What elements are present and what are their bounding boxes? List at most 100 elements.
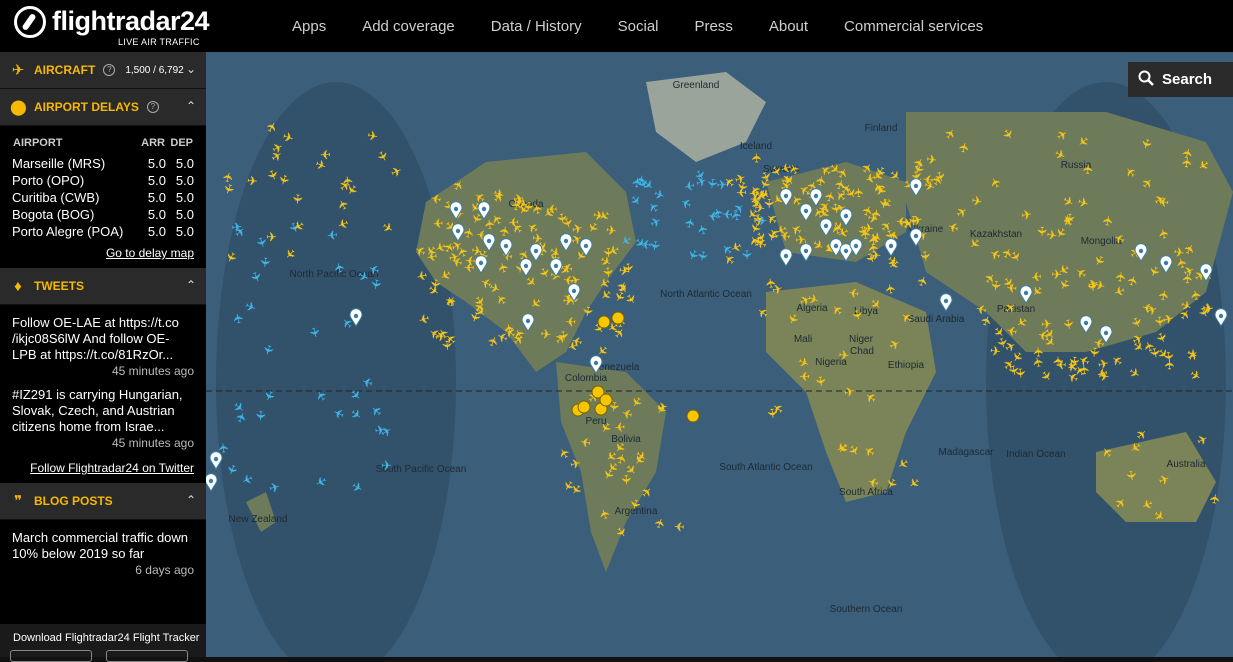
chevron-down-icon[interactable]: ⌄ xyxy=(186,62,196,76)
aircraft-icon[interactable]: ✈ xyxy=(925,152,938,168)
airport-delays-panel-header[interactable]: ⬤ AIRPORT DELAYS ? ⌃ xyxy=(0,89,206,126)
aircraft-icon[interactable]: ✈ xyxy=(565,314,576,329)
google-play-badge[interactable] xyxy=(106,650,188,662)
aircraft-icon[interactable]: ✈ xyxy=(858,228,874,240)
aircraft-icon[interactable]: ✈ xyxy=(917,250,933,263)
aircraft-icon[interactable]: ✈ xyxy=(656,399,669,415)
nav-add-coverage[interactable]: Add coverage xyxy=(344,18,473,35)
aircraft-icon[interactable]: ✈ xyxy=(290,193,306,205)
search-button[interactable]: Search xyxy=(1128,62,1233,97)
aircraft-icon[interactable]: ✈ xyxy=(601,247,616,258)
nav-commercial-services[interactable]: Commercial services xyxy=(826,18,1001,35)
aircraft-icon[interactable]: ✈ xyxy=(1062,213,1077,225)
map-label: New Zealand xyxy=(229,514,288,525)
map-label: Niger xyxy=(849,334,874,345)
nav-press[interactable]: Press xyxy=(677,18,751,35)
map-label: South Atlantic Ocean xyxy=(719,462,812,473)
aircraft-icon[interactable]: ✈ xyxy=(838,347,851,363)
aircraft-icon[interactable]: ✈ xyxy=(716,177,729,193)
aircraft-icon[interactable]: ✈ xyxy=(1066,355,1082,368)
aircraft-icon[interactable]: ✈ xyxy=(257,256,273,269)
aircraft-icon[interactable]: ✈ xyxy=(507,214,520,230)
app-store-badge[interactable] xyxy=(10,650,92,662)
arr-value: 5.0 xyxy=(147,156,166,171)
aircraft-icon[interactable]: ✈ xyxy=(895,213,907,229)
table-row[interactable]: Porto (OPO) 5.0 5.0 xyxy=(12,172,194,189)
nav-apps[interactable]: Apps xyxy=(274,18,344,35)
aircraft-icon[interactable]: ✈ xyxy=(253,410,269,422)
nav-data-history[interactable]: Data / History xyxy=(473,18,600,35)
aircraft-icon[interactable]: ✈ xyxy=(1201,300,1214,316)
night-shade xyxy=(216,82,456,657)
download-banner[interactable]: Download Flightradar24 Flight Tracker xyxy=(0,624,206,662)
aircraft-icon[interactable]: ✈ xyxy=(246,173,258,189)
blog-post-text: March commercial traffic down 10% below … xyxy=(12,530,189,561)
aircraft-icon[interactable]: ✈ xyxy=(605,222,618,238)
chevron-up-icon[interactable]: ⌃ xyxy=(186,278,196,292)
table-row[interactable]: Curitiba (CWB) 5.0 5.0 xyxy=(12,189,194,206)
aircraft-icon[interactable]: ✈ xyxy=(266,229,277,244)
aircraft-icon[interactable]: ✈ xyxy=(1041,316,1053,332)
aircraft-panel-header[interactable]: ✈ AIRCRAFT ? 1,500 / 6,792 ⌄ xyxy=(0,52,206,89)
map-label: Saudi Arabia xyxy=(908,314,965,325)
aircraft-icon[interactable]: ✈ xyxy=(1056,357,1067,372)
aircraft-count: 1,500 / 6,792 xyxy=(125,64,184,76)
tweets-panel-header[interactable]: ♦ TWEETS ⌃ xyxy=(0,268,206,305)
table-row[interactable]: Marseille (MRS) 5.0 5.0 xyxy=(12,155,194,172)
tweet-time: 45 minutes ago xyxy=(111,436,194,450)
aircraft-icon[interactable]: ✈ xyxy=(1080,163,1096,175)
delayed-airport-marker[interactable] xyxy=(611,311,625,325)
flight-map[interactable]: Greenland Iceland Finland Sweden Russia Canad… xyxy=(206,52,1233,657)
aircraft-icon[interactable]: ✈ xyxy=(1179,156,1195,169)
tweet-item[interactable]: #IZ291 is carrying Hungarian, Slovak, Cz… xyxy=(0,379,206,451)
dep-value: 5.0 xyxy=(175,207,194,222)
twitter-follow-link[interactable]: Follow Flightradar24 on Twitter xyxy=(12,461,194,475)
aircraft-icon[interactable]: ✈ xyxy=(707,208,719,224)
tweet-item[interactable]: Follow OE-LAE at https://t.co /ikjc08S6l… xyxy=(0,305,206,379)
arr-value: 5.0 xyxy=(147,207,166,222)
main-nav: Apps Add coverage Data / History Social … xyxy=(274,0,1001,52)
chevron-up-icon[interactable]: ⌃ xyxy=(186,99,196,113)
aircraft-icon[interactable]: ✈ xyxy=(1012,367,1028,379)
twitter-bird-icon: ♦ xyxy=(14,277,22,295)
download-text: Download Flightradar24 Flight Tracker xyxy=(13,632,200,644)
aircraft-icon[interactable]: ✈ xyxy=(749,152,764,164)
aircraft-icon[interactable]: ✈ xyxy=(1162,359,1177,370)
aircraft-icon[interactable]: ✈ xyxy=(813,375,829,388)
aircraft-icon[interactable]: ✈ xyxy=(381,458,392,473)
airport-delays-title: AIRPORT DELAYS xyxy=(34,100,139,114)
flightradar24-logo[interactable]: flightradar24 LIVE AIR TRAFFIC xyxy=(14,6,210,48)
aircraft-icon[interactable]: ✈ xyxy=(540,326,553,342)
aircraft-icon[interactable]: ✈ xyxy=(1113,270,1129,283)
search-label: Search xyxy=(1162,71,1213,88)
airport-name: Curitiba (CWB) xyxy=(12,190,100,205)
aircraft-icon[interactable]: ✈ xyxy=(739,249,754,260)
sidebar: ✈ AIRCRAFT ? 1,500 / 6,792 ⌄ ⬤ AIRPORT D… xyxy=(0,52,206,662)
nav-about[interactable]: About xyxy=(751,18,826,35)
nav-social[interactable]: Social xyxy=(600,18,677,35)
delayed-airport-marker[interactable] xyxy=(686,409,700,423)
map-label: Chad xyxy=(850,346,874,357)
delayed-airport-marker[interactable] xyxy=(599,393,613,407)
chevron-up-icon[interactable]: ⌃ xyxy=(186,493,196,507)
map-label: Iceland xyxy=(740,141,772,152)
table-row[interactable]: Porto Alegre (POA) 5.0 5.0 xyxy=(12,223,194,240)
tweets-title: TWEETS xyxy=(34,279,84,293)
blog-posts-panel-header[interactable]: ❞ BLOG POSTS ⌃ xyxy=(0,483,206,520)
aircraft-icon[interactable]: ✈ xyxy=(326,227,339,243)
arr-value: 5.0 xyxy=(147,173,166,188)
aircraft-icon[interactable]: ✈ xyxy=(673,519,685,535)
logo-icon xyxy=(14,6,46,38)
help-icon[interactable]: ? xyxy=(103,64,116,76)
aircraft-icon[interactable]: ✈ xyxy=(1006,280,1018,296)
aircraft-icon[interactable]: ✈ xyxy=(764,407,780,420)
dep-column-header: DEP xyxy=(170,137,193,149)
delayed-airport-marker[interactable] xyxy=(577,400,591,414)
aircraft-icon[interactable]: ✈ xyxy=(756,213,767,228)
delay-map-link[interactable]: Go to delay map xyxy=(12,246,194,260)
delayed-airport-marker[interactable] xyxy=(597,315,611,329)
table-row[interactable]: Bogota (BOG) 5.0 5.0 xyxy=(12,206,194,223)
aircraft-icon[interactable]: ✈ xyxy=(1051,267,1063,282)
blog-post-item[interactable]: March commercial traffic down 10% below … xyxy=(0,520,206,578)
help-icon[interactable]: ? xyxy=(146,101,159,113)
